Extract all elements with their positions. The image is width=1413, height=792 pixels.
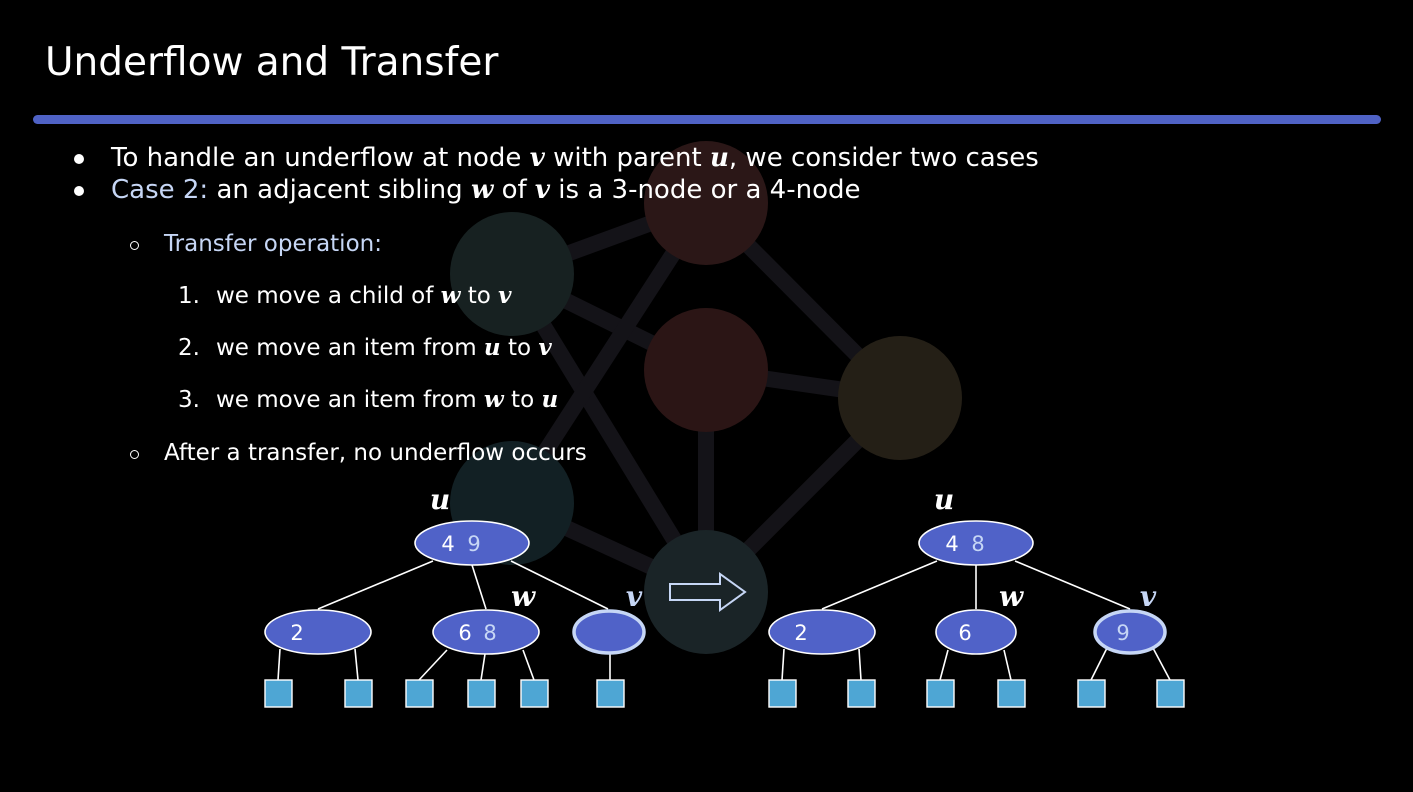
node-v	[1093, 609, 1167, 655]
key: 2	[290, 621, 303, 645]
leaf	[596, 679, 625, 708]
key: 4	[441, 532, 454, 556]
label-u: u	[430, 483, 450, 516]
label-v: v	[1140, 580, 1157, 613]
key: 6	[958, 621, 971, 645]
leaf	[405, 679, 434, 708]
leaf	[847, 679, 876, 708]
leaf	[768, 679, 797, 708]
transfer-diagram: u 4 9 2 w 6 8 v u 4 8 2 w 6 v 9	[264, 483, 1185, 708]
leaf	[264, 679, 293, 708]
label-w: w	[511, 580, 536, 613]
key-moving: 9	[467, 532, 480, 556]
leaf	[1077, 679, 1106, 708]
key-moving: 8	[483, 621, 496, 645]
leaf	[467, 679, 496, 708]
leaf	[344, 679, 373, 708]
node-left	[264, 609, 372, 655]
label-v: v	[626, 580, 643, 613]
label-w: w	[999, 580, 1024, 613]
leaf	[1156, 679, 1185, 708]
leaf	[520, 679, 549, 708]
tree-after: u 4 8 2 w 6 v 9	[768, 483, 1185, 708]
key-moved: 9	[1116, 621, 1129, 645]
key: 2	[794, 621, 807, 645]
node-left	[768, 609, 876, 655]
key: 6	[458, 621, 471, 645]
tree-before: u 4 9 2 w 6 8 v	[264, 483, 646, 708]
leaf	[926, 679, 955, 708]
key-moved: 8	[971, 532, 984, 556]
leaf	[997, 679, 1026, 708]
label-u: u	[934, 483, 954, 516]
node-w	[935, 609, 1017, 655]
key: 4	[945, 532, 958, 556]
right-arrow-icon	[669, 572, 747, 612]
node-v-empty	[572, 609, 646, 655]
